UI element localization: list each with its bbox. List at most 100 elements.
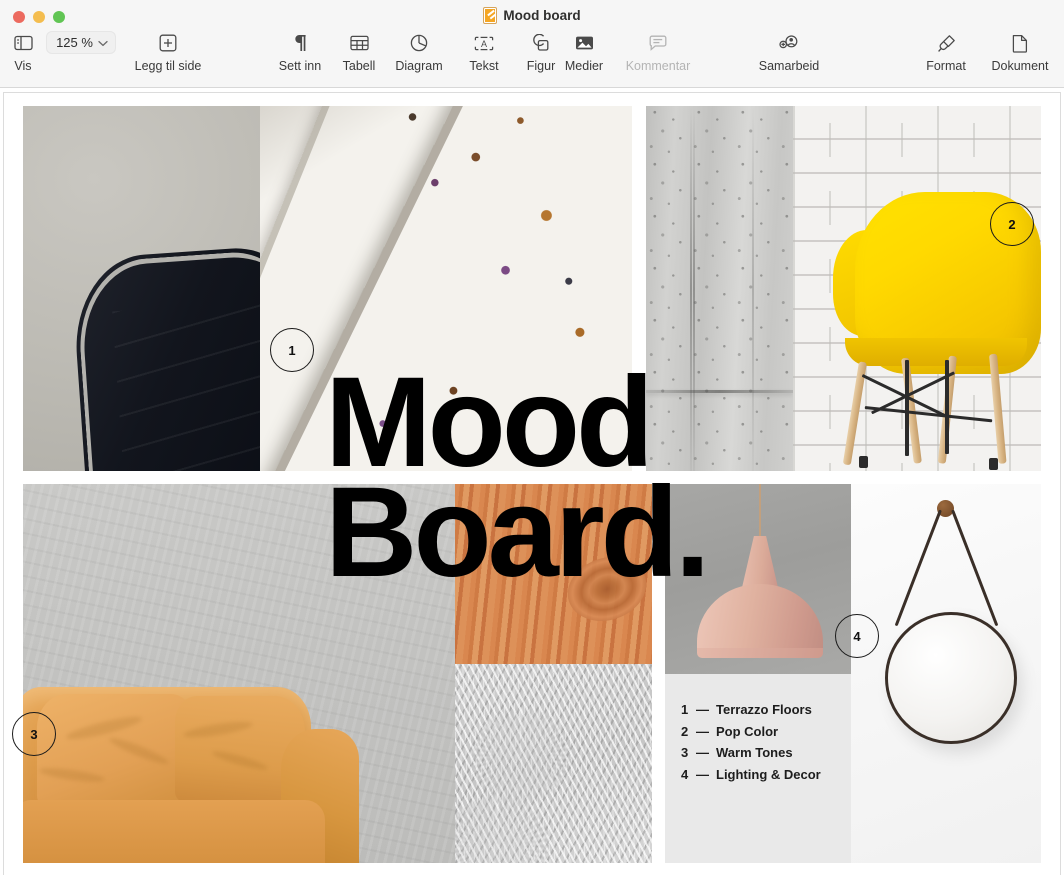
image-tan-leather-sofa[interactable] [23,484,455,863]
image-yellow-chair[interactable] [793,106,1041,471]
sofa-cushion-left [37,694,193,806]
legend-label-4: Lighting & Decor [716,766,821,782]
toolbar-button-comment[interactable]: Kommentar [618,30,698,73]
add-page-icon [159,30,177,56]
legend-panel[interactable]: 1 — Terrazzo Floors 2 — Pop Color 3 — Wa… [665,674,851,863]
legend-dash-4: — [696,766,709,782]
toolbar-button-view[interactable]: Vis [8,30,38,73]
chevron-down-icon[interactable] [98,34,108,52]
traffic-light-controls[interactable] [13,11,65,23]
svg-text:A: A [481,39,487,49]
lamp-cord [759,484,761,538]
lamp-rim [697,648,823,658]
legend-dash-3: — [696,745,709,760]
chair-foot-1 [859,456,868,468]
shape-icon [532,30,550,56]
toolbar-button-table[interactable]: Tabell [333,30,385,73]
toolbar-button-text[interactable]: A Tekst [460,30,508,73]
close-window-button[interactable] [13,11,25,23]
image-terrazzo-slab[interactable] [260,106,632,471]
toolbar: Vis 125 % Zoom [0,30,1064,86]
toolbar-label-comment: Kommentar [625,59,691,73]
image-pink-pendant-lamp[interactable] [665,484,851,674]
chart-icon [410,30,428,56]
sofa-seat-base [23,800,325,863]
callout-badge-4-number: 4 [853,628,861,644]
legend-dash-2: — [696,723,709,739]
toolbar-button-chart[interactable]: Diagram [389,30,449,73]
image-round-hanging-mirror[interactable] [851,484,1041,863]
zoom-stepper[interactable]: 125 % [46,31,116,54]
mirror-strap-left [894,509,942,627]
mood-board-layout: 1 — Terrazzo Floors 2 — Pop Color 3 — Wa… [23,106,1041,863]
toolbar-label-add-page: Legg til side [134,59,202,73]
callout-badge-2-number: 2 [1008,216,1016,232]
legend-label-3: Warm Tones [716,745,793,760]
legend-list: 1 — Terrazzo Floors 2 — Pop Color 3 — Wa… [681,700,821,784]
pages-app-window: Mood board Vis 125 % Legg til side Sett … [0,0,1064,878]
toolbar-button-document[interactable]: Dokument [983,30,1057,73]
toolbar-button-media[interactable]: Medier [558,30,610,73]
text-box-icon: A [474,30,494,56]
window-title-text: Mood board [503,8,581,23]
toolbar-button-add-page[interactable]: Legg til side [122,30,214,73]
legend-item-1: 1 — Terrazzo Floors [681,700,821,720]
image-dark-leather-chair[interactable] [23,106,260,471]
toolbar-label-format: Format [926,59,966,73]
chair-tufting [112,301,260,471]
fur-swirl-1 [473,708,569,804]
mirror-strap-right [951,509,999,627]
document-canvas[interactable]: 1 — Terrazzo Floors 2 — Pop Color 3 — Wa… [3,92,1061,875]
concrete-speckle [646,106,793,471]
callout-badge-2[interactable]: 2 [990,202,1034,246]
toolbar-label-text: Tekst [469,59,499,73]
comment-icon [649,30,667,56]
callout-badge-1[interactable]: 1 [270,328,314,372]
callout-badge-3-number: 3 [30,726,38,742]
concrete-seam [646,390,793,393]
toolbar-button-insert[interactable]: Sett inn [270,30,330,73]
image-concrete-wall[interactable] [646,106,793,471]
terrazzo-slab-edge-2 [260,106,632,471]
toolbar-label-chart: Diagram [395,59,443,73]
legend-dash-1: — [696,702,709,717]
toolbar-label-insert: Sett inn [278,59,322,73]
minimize-window-button[interactable] [33,11,45,23]
legend-item-2: 2 — Pop Color [681,722,821,742]
legend-label-1: Terrazzo Floors [716,702,812,717]
media-image-icon [575,30,594,56]
chair-wire-4 [905,360,909,456]
window-chrome: Mood board Vis 125 % Legg til side Sett … [0,0,1064,88]
legend-number-3: 3 [681,745,689,760]
image-wood-grain[interactable] [455,484,652,664]
toolbar-button-format[interactable]: Format [916,30,976,73]
format-brush-icon [937,30,956,56]
chair-wire-5 [945,360,949,454]
legend-number-4: 4 [681,766,689,782]
toolbar-label-shape: Figur [526,59,556,73]
legend-label-2: Pop Color [716,723,779,739]
lamp-shade [697,584,823,656]
mirror-glass [885,612,1017,744]
toolbar-zoom-control[interactable]: 125 % Zoom [44,30,118,54]
callout-badge-3[interactable]: 3 [12,712,56,756]
pages-document-icon [483,7,498,24]
document-icon [1012,30,1028,56]
image-grey-fur-rug[interactable] [455,664,652,863]
wood-knot [559,547,652,631]
legend-item-3: 3 — Warm Tones [681,743,821,763]
concrete-streak-3 [752,106,754,471]
yellow-chair-seat [845,338,1027,366]
toolbar-label-media: Medier [564,59,604,73]
sidebar-icon [13,30,33,56]
collaborate-icon [779,30,799,56]
toolbar-button-collaborate[interactable]: Samarbeid [750,30,828,73]
callout-badge-1-number: 1 [288,342,296,358]
toolbar-label-view: Vis [14,59,32,73]
table-icon [349,30,369,56]
zoom-value: 125 % [56,35,93,50]
callout-badge-4[interactable]: 4 [835,614,879,658]
concrete-streak-1 [690,106,692,471]
maximize-window-button[interactable] [53,11,65,23]
concrete-streak-2 [693,106,695,471]
